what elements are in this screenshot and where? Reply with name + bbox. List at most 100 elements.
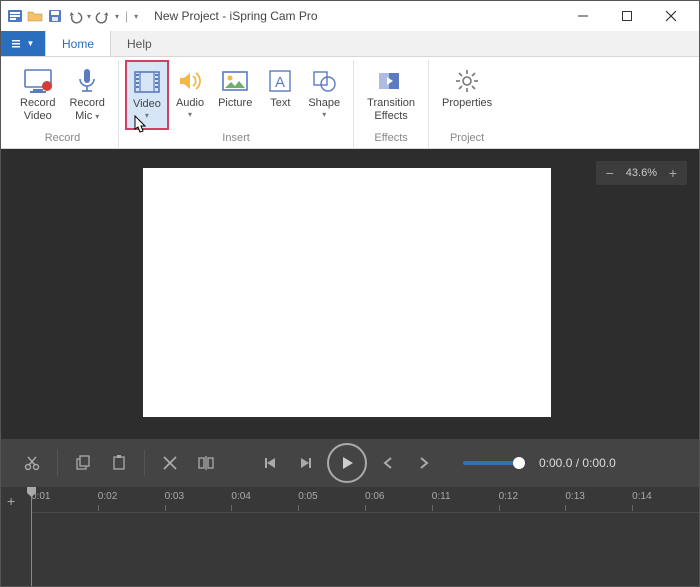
insert-text-button[interactable]: A Text <box>259 60 301 130</box>
film-icon <box>133 66 161 98</box>
save-icon[interactable] <box>47 8 63 24</box>
transport-bar: 0:00.0 / 0:00.0 <box>1 439 699 487</box>
timeline[interactable]: + 0:01 0:02 0:03 0:04 0:05 0:06 0:11 0:1… <box>1 487 699 586</box>
shape-icon <box>311 65 337 97</box>
quick-access-toolbar: ▾ ▾ | ▾ <box>7 8 138 24</box>
paste-button[interactable] <box>104 448 134 478</box>
undo-icon[interactable] <box>67 8 83 24</box>
tick-label: 0:04 <box>231 491 250 502</box>
insert-audio-button[interactable]: Audio ▾ <box>169 60 211 130</box>
transition-icon <box>377 65 405 97</box>
insert-shape-button[interactable]: Shape ▾ <box>301 60 347 130</box>
label-line1: Transition <box>367 97 415 110</box>
label: Properties <box>442 97 492 110</box>
chevron-down-icon: ▾ <box>322 110 326 119</box>
picture-icon <box>221 65 249 97</box>
tick-label: 0:13 <box>565 491 584 502</box>
chevron-down-icon: ▾ <box>188 110 192 119</box>
separator <box>57 450 58 476</box>
speaker-icon <box>177 65 203 97</box>
file-tab[interactable]: ▼ <box>1 31 45 56</box>
time-total: 0:00.0 <box>582 456 615 470</box>
undo-dropdown-icon[interactable]: ▾ <box>87 12 91 21</box>
tick-label: 0:03 <box>165 491 184 502</box>
tick-label: 0:05 <box>298 491 317 502</box>
ribbon-tabs: ▼ Home Help <box>1 31 699 57</box>
zoom-value: 43.6% <box>626 167 657 179</box>
group-label: Project <box>450 130 484 148</box>
tab-home[interactable]: Home <box>45 31 111 56</box>
label: Text <box>270 97 290 110</box>
label-line1: Record <box>69 97 104 110</box>
tab-help[interactable]: Help <box>111 31 169 56</box>
play-button[interactable] <box>327 443 367 483</box>
microphone-icon <box>75 65 99 97</box>
zoom-control: − 43.6% + <box>596 161 687 185</box>
ribbon: Record Video Record Mic ▾ Record Video ▾ <box>1 57 699 149</box>
chevron-down-icon: ▾ <box>145 111 149 120</box>
redo-dropdown-icon[interactable]: ▾ <box>115 12 119 21</box>
tick-label: 0:12 <box>499 491 518 502</box>
qat-separator: | <box>125 9 128 23</box>
ribbon-group-project: Properties Project <box>429 60 505 148</box>
zoom-in-button[interactable]: + <box>667 165 679 181</box>
skip-forward-button[interactable] <box>291 448 321 478</box>
gear-icon <box>454 65 480 97</box>
ribbon-group-record: Record Video Record Mic ▾ Record <box>7 60 119 148</box>
open-icon[interactable] <box>27 8 43 24</box>
add-track-button[interactable]: + <box>7 493 15 509</box>
tick-label: 0:06 <box>365 491 384 502</box>
label: Shape <box>308 97 340 110</box>
preview-canvas[interactable] <box>143 168 551 417</box>
record-video-button[interactable]: Record Video <box>13 60 62 130</box>
insert-picture-button[interactable]: Picture <box>211 60 259 130</box>
tick-label: 0:14 <box>632 491 651 502</box>
label-line2: Effects <box>374 110 407 123</box>
group-label: Insert <box>222 130 250 148</box>
group-label: Effects <box>374 130 407 148</box>
preview-stage: − 43.6% + <box>1 149 699 439</box>
ribbon-group-insert: Video ▾ Audio ▾ Picture A <box>119 60 354 148</box>
copy-button[interactable] <box>68 448 98 478</box>
properties-button[interactable]: Properties <box>435 60 499 130</box>
chevron-down-icon: ▾ <box>95 112 99 121</box>
label-line1: Record <box>20 97 55 110</box>
group-label: Record <box>45 130 80 148</box>
cut-button[interactable] <box>17 448 47 478</box>
skip-back-button[interactable] <box>255 448 285 478</box>
redo-icon[interactable] <box>95 8 111 24</box>
minimize-button[interactable] <box>561 1 605 31</box>
label-line2: Mic <box>75 110 92 122</box>
record-mic-button[interactable]: Record Mic ▾ <box>62 60 111 130</box>
tick-label: 0:11 <box>432 491 451 502</box>
app-icon <box>7 8 23 24</box>
maximize-button[interactable] <box>605 1 649 31</box>
label: Picture <box>218 97 252 110</box>
timeline-ruler[interactable]: 0:01 0:02 0:03 0:04 0:05 0:06 0:11 0:12 … <box>31 487 699 513</box>
next-frame-button[interactable] <box>409 448 439 478</box>
monitor-record-icon <box>23 65 53 97</box>
label: Audio <box>176 97 204 110</box>
split-button[interactable] <box>191 448 221 478</box>
tick-label: 0:02 <box>98 491 117 502</box>
svg-text:A: A <box>275 74 285 91</box>
text-icon: A <box>268 65 292 97</box>
time-display: 0:00.0 / 0:00.0 <box>539 456 616 470</box>
delete-button[interactable] <box>155 448 185 478</box>
label: Video <box>133 98 161 111</box>
seek-bar[interactable] <box>463 461 519 465</box>
title-bar: ▾ ▾ | ▾ New Project - iSpring Cam Pro <box>1 1 699 31</box>
playhead[interactable] <box>31 487 32 586</box>
window-title: New Project - iSpring Cam Pro <box>146 9 561 23</box>
transition-effects-button[interactable]: Transition Effects <box>360 60 422 130</box>
separator <box>144 450 145 476</box>
insert-video-button[interactable]: Video ▾ <box>125 60 169 130</box>
zoom-out-button[interactable]: − <box>604 165 616 181</box>
prev-frame-button[interactable] <box>373 448 403 478</box>
close-button[interactable] <box>649 1 693 31</box>
ribbon-group-effects: Transition Effects Effects <box>354 60 429 148</box>
label-line2: Video <box>24 110 52 123</box>
qat-customize-icon[interactable]: ▾ <box>134 12 138 21</box>
seek-knob[interactable] <box>513 457 525 469</box>
time-current: 0:00.0 <box>539 456 572 470</box>
